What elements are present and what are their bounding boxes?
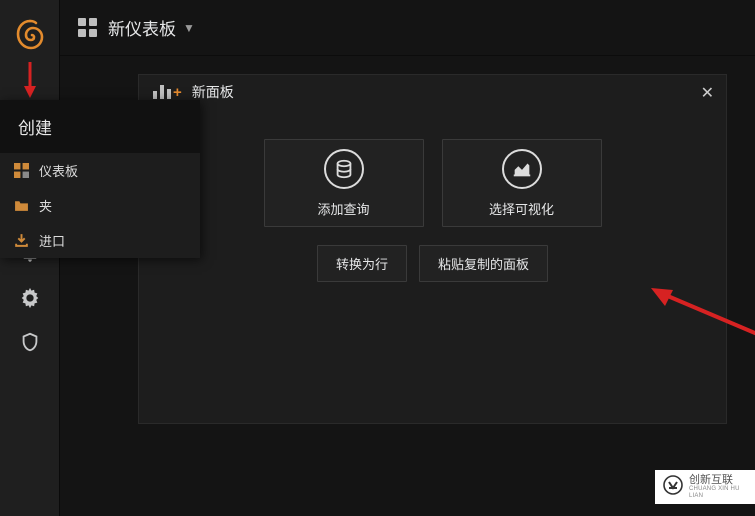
chevron-down-icon[interactable]: ▼ xyxy=(183,21,195,35)
database-icon xyxy=(324,149,364,189)
left-navbar xyxy=(0,0,60,516)
button-row: 转换为行 粘贴复制的面板 xyxy=(317,245,548,282)
dashboard-icon xyxy=(14,163,29,178)
arrow-annotation-down-icon xyxy=(21,60,39,100)
flyout-item-label: 进口 xyxy=(39,231,65,250)
convert-to-row-button[interactable]: 转换为行 xyxy=(317,245,407,282)
watermark-logo-icon xyxy=(663,475,683,500)
add-query-label: 添加查询 xyxy=(317,199,369,218)
nav-admin-shield-button[interactable] xyxy=(0,320,60,364)
flyout-item-label: 仪表板 xyxy=(39,161,78,180)
content-wrap: + 新面板 ✕ 添加查询 xyxy=(120,56,755,516)
add-query-card[interactable]: 添加查询 xyxy=(264,139,424,227)
bar-chart-icon xyxy=(153,85,171,99)
watermark-text-cn: 创新互联 xyxy=(689,474,747,486)
nav-configuration-button[interactable] xyxy=(0,276,60,320)
new-panel-card: + 新面板 ✕ 添加查询 xyxy=(138,74,727,424)
close-icon[interactable]: ✕ xyxy=(701,83,714,103)
plus-accent-icon: + xyxy=(173,84,182,101)
flyout-header: 创建 xyxy=(0,100,200,153)
flyout-item-dashboard[interactable]: 仪表板 xyxy=(0,153,200,188)
folder-icon xyxy=(14,198,29,213)
watermark-text-en: CHUANG XIN HU LIAN xyxy=(689,486,747,499)
panel-header: + 新面板 ✕ xyxy=(139,75,726,109)
flyout-item-import[interactable]: 进口 xyxy=(0,223,200,258)
dashboard-grid-icon xyxy=(78,18,98,38)
flyout-item-folder[interactable]: 夹 xyxy=(0,188,200,223)
main-area: 新仪表板 ▼ + 新面板 ✕ xyxy=(60,0,755,516)
choose-visualization-card[interactable]: 选择可视化 xyxy=(442,139,602,227)
watermark-badge: 创新互联 CHUANG XIN HU LIAN xyxy=(655,470,755,504)
card-row: 添加查询 选择可视化 xyxy=(264,139,602,227)
dashboard-title[interactable]: 新仪表板 xyxy=(108,15,176,40)
chart-area-icon xyxy=(502,149,542,189)
flyout-item-label: 夹 xyxy=(39,196,52,215)
panel-body: 添加查询 选择可视化 转换为行 粘贴复制的面板 xyxy=(139,109,726,282)
grafana-logo-icon[interactable] xyxy=(12,18,48,54)
create-flyout-menu: 创建 仪表板 夹 进口 xyxy=(0,100,200,258)
top-breadcrumb-bar: 新仪表板 ▼ xyxy=(60,0,755,56)
choose-viz-label: 选择可视化 xyxy=(489,199,554,218)
panel-title: 新面板 xyxy=(192,82,234,102)
import-icon xyxy=(14,233,29,248)
paste-panel-button[interactable]: 粘贴复制的面板 xyxy=(419,245,548,282)
